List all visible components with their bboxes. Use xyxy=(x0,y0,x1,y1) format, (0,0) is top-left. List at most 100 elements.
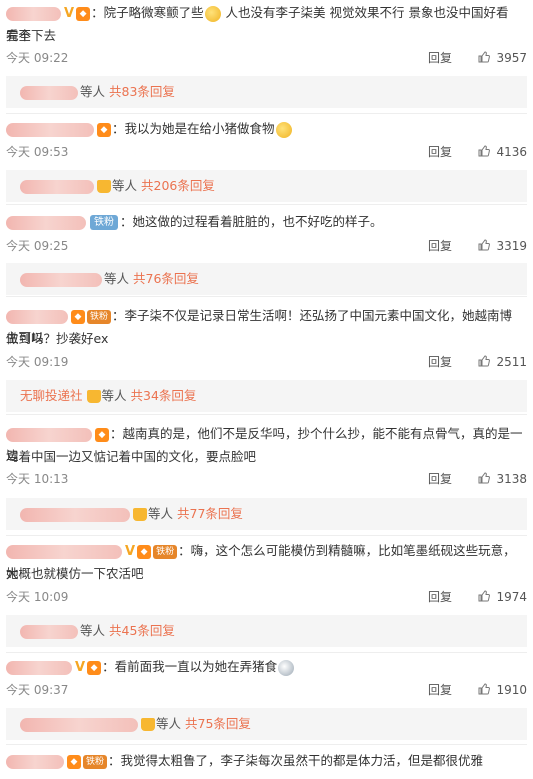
reply-button[interactable]: 回复 xyxy=(428,47,452,69)
reply-count-link[interactable]: 共77条回复 xyxy=(177,506,243,521)
like-count: 3957 xyxy=(496,51,527,65)
member-crown-icon xyxy=(133,508,147,521)
comment-text-line: 大概也就模仿一下农活吧 xyxy=(6,566,144,581)
member-icon: ◆ xyxy=(137,544,152,559)
fan-badge: 铁粉 xyxy=(153,544,178,559)
reply-button[interactable]: 回复 xyxy=(428,351,452,373)
reply-user-name[interactable]: 无聊投递社 xyxy=(20,388,83,403)
like-button[interactable]: 3957 xyxy=(478,47,527,69)
comment-text: ：看前面我一直以为她在弄猪食 xyxy=(102,659,278,674)
member-icon: ◆ xyxy=(87,660,102,675)
emoji-icon xyxy=(204,5,221,22)
avatar-name-blurred[interactable] xyxy=(6,215,86,230)
avatar-name-blurred[interactable] xyxy=(6,122,94,137)
reply-button[interactable]: 回复 xyxy=(428,141,452,163)
reply-prefix: 等人 xyxy=(101,388,127,403)
comment-item: ◆ ：我以为她是在给小猪做食物 今天 09:53 回复 4136 等人 共206条… xyxy=(0,114,533,204)
avatar-name-blurred[interactable] xyxy=(6,6,61,21)
comment-text: ：院子略微寒颤了些 xyxy=(91,5,204,20)
reply-summary[interactable]: 等人 共75条回复 xyxy=(6,708,527,740)
like-button[interactable]: 3138 xyxy=(478,468,527,490)
timestamp: 今天 09:37 xyxy=(6,683,69,697)
timestamp: 今天 09:19 xyxy=(6,355,69,369)
avatar-name-blurred[interactable] xyxy=(6,427,92,442)
like-button[interactable]: 2511 xyxy=(478,351,527,373)
reply-name-blurred xyxy=(20,85,78,100)
comment-text: ：我觉得太粗鲁了，李子柒每次虽然干的都是体力活，但是都很优雅 xyxy=(108,753,484,768)
comment-body: V ◆ ：看前面我一直以为她在弄猪食 xyxy=(6,656,523,679)
iron-fan-badge: 铁粉 xyxy=(90,215,118,230)
reply-count-link[interactable]: 共76条回复 xyxy=(133,271,199,286)
like-count: 4136 xyxy=(496,145,527,159)
like-button[interactable]: 1974 xyxy=(478,586,527,608)
comment-item: ◆ 铁粉 ：李子柒不仅是记录日常生活啊！还弘扬了中国元素中国文化，她越南博主可以 做… xyxy=(0,297,533,413)
reply-count-link[interactable]: 共83条回复 xyxy=(109,84,175,99)
reply-prefix: 等人 xyxy=(148,506,174,521)
thumbs-up-icon xyxy=(478,145,491,157)
like-button[interactable]: 4136 xyxy=(478,141,527,163)
timestamp: 今天 09:53 xyxy=(6,145,69,159)
like-count: 3319 xyxy=(496,239,527,253)
comment-meta: 今天 09:53 回复 4136 xyxy=(6,141,527,163)
reply-prefix: 等人 xyxy=(80,84,106,99)
like-count: 2511 xyxy=(496,355,527,369)
verified-v-icon: V xyxy=(64,5,75,21)
thumbs-up-icon xyxy=(478,590,491,602)
thumbs-up-icon xyxy=(478,239,491,251)
member-icon: ◆ xyxy=(76,6,91,21)
reply-count-link[interactable]: 共75条回复 xyxy=(185,716,251,731)
comment-item: ◆ 铁粉 ：我觉得太粗鲁了，李子柒每次虽然干的都是体力活，但是都很优雅 xyxy=(0,745,533,779)
avatar-name-blurred[interactable] xyxy=(6,754,64,769)
reply-button[interactable]: 回复 xyxy=(428,468,452,490)
member-crown-icon xyxy=(141,718,155,731)
reply-name-blurred xyxy=(20,272,102,287)
comment-meta: 今天 09:25 回复 3319 xyxy=(6,235,527,257)
comment-meta: 今天 09:22 回复 3957 xyxy=(6,47,527,69)
like-button[interactable]: 3319 xyxy=(478,235,527,257)
reply-count-link[interactable]: 共206条回复 xyxy=(141,178,215,193)
like-count: 1974 xyxy=(496,590,527,604)
reply-name-blurred xyxy=(20,507,130,522)
comment-item: ◆ ：越南真的是，他们不是反华吗，抄个什么抄，能不能有点骨气，真的是一边 骂着中国… xyxy=(0,415,533,535)
comment-text-line: 做到吗？抄袭好ex xyxy=(6,331,109,346)
avatar-name-blurred[interactable] xyxy=(6,660,72,675)
reply-summary[interactable]: 等人 共206条回复 xyxy=(6,170,527,202)
verified-v-icon: V xyxy=(75,659,86,675)
reply-summary[interactable]: 等人 共76条回复 xyxy=(6,263,527,295)
comment-text: ：她这做的过程看着脏脏的，也不好吃的样子。 xyxy=(120,214,383,229)
reply-name-blurred xyxy=(20,179,94,194)
reply-name-blurred xyxy=(20,624,78,639)
timestamp: 今天 10:09 xyxy=(6,590,69,604)
comment-text-line: 骂着中国一边又惦记着中国的文化，要点脸吧 xyxy=(6,449,257,464)
reply-button[interactable]: 回复 xyxy=(428,235,452,257)
member-icon: ◆ xyxy=(97,122,111,137)
member-icon: ◆ xyxy=(71,309,85,324)
reply-button[interactable]: 回复 xyxy=(428,586,452,608)
fan-badge: 铁粉 xyxy=(87,309,112,324)
avatar-name-blurred[interactable] xyxy=(6,309,68,324)
reply-prefix: 等人 xyxy=(156,716,182,731)
like-button[interactable]: 1910 xyxy=(478,679,527,701)
member-crown-icon xyxy=(86,390,101,403)
thumbs-up-icon xyxy=(478,683,491,695)
reply-summary[interactable]: 等人 共45条回复 xyxy=(6,615,527,647)
comment-body: ◆ ：我以为她是在给小猪做食物 xyxy=(6,118,523,140)
reply-summary[interactable]: 等人 共83条回复 xyxy=(6,76,527,108)
comment-meta: 今天 10:13 回复 3138 xyxy=(6,468,527,490)
comment-text: ：我以为她是在给小猪做食物 xyxy=(112,121,275,136)
reply-count-link[interactable]: 共34条回复 xyxy=(131,388,197,403)
reply-button[interactable]: 回复 xyxy=(428,679,452,701)
avatar-name-blurred[interactable] xyxy=(6,544,122,559)
reply-count-link[interactable]: 共45条回复 xyxy=(109,623,175,638)
comment-meta: 今天 10:09 回复 1974 xyxy=(6,586,527,608)
comment-item: V ◆ ：院子略微寒颤了些 人也没有李子柒美 视觉效果不行 景象也没中国好看 完全 … xyxy=(0,0,533,112)
comment-body: 铁粉 ：她这做的过程看着脏脏的，也不好吃的样子。 xyxy=(6,211,523,233)
thumbs-up-icon xyxy=(478,51,491,63)
reply-summary[interactable]: 无聊投递社 等人 共34条回复 xyxy=(6,380,527,412)
verified-v-icon: V xyxy=(125,543,136,559)
comment-meta: 今天 09:19 回复 2511 xyxy=(6,351,527,373)
fan-badge: 铁粉 xyxy=(83,754,108,769)
reply-prefix: 等人 xyxy=(112,178,138,193)
reply-summary[interactable]: 等人 共77条回复 xyxy=(6,498,527,530)
reply-prefix: 等人 xyxy=(104,271,130,286)
